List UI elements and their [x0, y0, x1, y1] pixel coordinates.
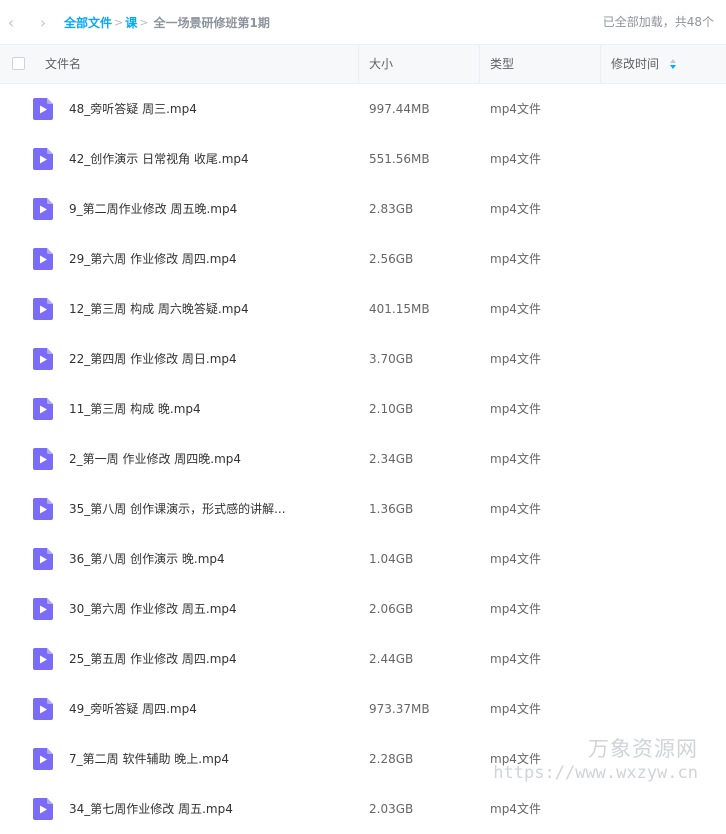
file-name[interactable]: 22_第四周 作业修改 周日.mp4 [69, 334, 237, 384]
file-size: 3.70GB [369, 352, 414, 366]
video-file-icon [33, 98, 53, 120]
breadcrumb-current: 全一场景研修班第1期 [153, 15, 270, 30]
top-navigation-bar: ‹ › 全部文件 > 课 > 全一场景研修班第1期 已全部加载，共48个 [0, 0, 726, 44]
video-file-icon [33, 648, 53, 670]
file-size: 2.10GB [369, 402, 414, 416]
video-file-icon [33, 148, 53, 170]
file-size: 2.06GB [369, 602, 414, 616]
file-size: 2.56GB [369, 252, 414, 266]
file-row[interactable]: 49_旁听答疑 周四.mp4 973.37MB mp4文件 [0, 684, 726, 734]
file-row[interactable]: 12_第三周 构成 周六晚答疑.mp4 401.15MB mp4文件 [0, 284, 726, 334]
file-type: mp4文件 [490, 752, 541, 766]
file-name[interactable]: 36_第八周 创作演示 晚.mp4 [69, 534, 225, 584]
video-file-icon [33, 198, 53, 220]
file-name[interactable]: 49_旁听答疑 周四.mp4 [69, 684, 197, 734]
file-type: mp4文件 [490, 102, 541, 116]
file-name[interactable]: 11_第三周 构成 晚.mp4 [69, 384, 201, 434]
file-size: 2.83GB [369, 202, 414, 216]
column-divider[interactable] [479, 45, 480, 83]
file-type: mp4文件 [490, 802, 541, 816]
file-size: 997.44MB [369, 102, 430, 116]
file-size: 551.56MB [369, 152, 430, 166]
file-row[interactable]: 42_创作演示 日常视角 收尾.mp4 551.56MB mp4文件 [0, 134, 726, 184]
file-row[interactable]: 22_第四周 作业修改 周日.mp4 3.70GB mp4文件 [0, 334, 726, 384]
video-file-icon [33, 348, 53, 370]
select-all-checkbox[interactable] [12, 57, 25, 70]
video-file-icon [33, 498, 53, 520]
video-file-icon [33, 798, 53, 820]
file-size: 1.04GB [369, 552, 414, 566]
file-type: mp4文件 [490, 652, 541, 666]
breadcrumb-separator: > [139, 15, 149, 29]
file-name[interactable]: 12_第三周 构成 周六晚答疑.mp4 [69, 284, 249, 334]
file-name[interactable]: 2_第一周 作业修改 周四晚.mp4 [69, 434, 241, 484]
file-name[interactable]: 35_第八周 创作课演示，形式感的讲解... [69, 484, 286, 534]
file-size: 2.03GB [369, 802, 414, 816]
file-type: mp4文件 [490, 502, 541, 516]
column-header-type[interactable]: 类型 [490, 45, 514, 83]
file-row[interactable]: 2_第一周 作业修改 周四晚.mp4 2.34GB mp4文件 [0, 434, 726, 484]
column-divider[interactable] [600, 45, 601, 83]
breadcrumb-folder[interactable]: 课 [125, 14, 137, 31]
file-name[interactable]: 25_第五周 作业修改 周四.mp4 [69, 634, 237, 684]
file-name[interactable]: 7_第二周 软件辅助 晚上.mp4 [69, 734, 229, 784]
video-file-icon [33, 298, 53, 320]
file-size: 1.36GB [369, 502, 414, 516]
file-row[interactable]: 35_第八周 创作课演示，形式感的讲解... 1.36GB mp4文件 [0, 484, 726, 534]
file-type: mp4文件 [490, 202, 541, 216]
file-type: mp4文件 [490, 602, 541, 616]
file-type: mp4文件 [490, 252, 541, 266]
video-file-icon [33, 548, 53, 570]
file-name[interactable]: 42_创作演示 日常视角 收尾.mp4 [69, 134, 249, 184]
file-size: 401.15MB [369, 302, 430, 316]
video-file-icon [33, 248, 53, 270]
breadcrumb-separator: > [114, 15, 124, 29]
file-name[interactable]: 9_第二周作业修改 周五晚.mp4 [69, 184, 237, 234]
file-type: mp4文件 [490, 702, 541, 716]
video-file-icon [33, 598, 53, 620]
file-type: mp4文件 [490, 452, 541, 466]
file-name[interactable]: 34_第七周作业修改 周五.mp4 [69, 784, 233, 834]
breadcrumb-root[interactable]: 全部文件 [64, 14, 112, 31]
file-type: mp4文件 [490, 402, 541, 416]
file-size: 2.28GB [369, 752, 414, 766]
load-status-text: 已全部加载，共48个 [602, 15, 714, 29]
sort-icon[interactable] [669, 58, 677, 70]
file-row[interactable]: 34_第七周作业修改 周五.mp4 2.03GB mp4文件 [0, 784, 726, 834]
file-row[interactable]: 25_第五周 作业修改 周四.mp4 2.44GB mp4文件 [0, 634, 726, 684]
file-row[interactable]: 36_第八周 创作演示 晚.mp4 1.04GB mp4文件 [0, 534, 726, 584]
file-row[interactable]: 30_第六周 作业修改 周五.mp4 2.06GB mp4文件 [0, 584, 726, 634]
video-file-icon [33, 698, 53, 720]
file-name[interactable]: 48_旁听答疑 周三.mp4 [69, 84, 197, 134]
file-list: 48_旁听答疑 周三.mp4 997.44MB mp4文件 42_创作演示 日常视角 … [0, 84, 726, 834]
column-header-size[interactable]: 大小 [369, 45, 393, 83]
file-type: mp4文件 [490, 302, 541, 316]
file-row[interactable]: 11_第三周 构成 晚.mp4 2.10GB mp4文件 [0, 384, 726, 434]
file-type: mp4文件 [490, 352, 541, 366]
file-type: mp4文件 [490, 552, 541, 566]
file-name[interactable]: 29_第六周 作业修改 周四.mp4 [69, 234, 237, 284]
column-header-modified[interactable]: 修改时间 [611, 45, 659, 83]
breadcrumb: 全部文件 > 课 > 全一场景研修班第1期 [64, 14, 270, 31]
video-file-icon [33, 748, 53, 770]
table-header: 文件名 大小 类型 修改时间 [0, 44, 726, 84]
file-row[interactable]: 9_第二周作业修改 周五晚.mp4 2.83GB mp4文件 [0, 184, 726, 234]
file-size: 2.34GB [369, 452, 414, 466]
file-size: 973.37MB [369, 702, 430, 716]
forward-arrow-icon[interactable]: › [36, 0, 50, 44]
video-file-icon [33, 448, 53, 470]
column-divider[interactable] [358, 45, 359, 83]
file-row[interactable]: 29_第六周 作业修改 周四.mp4 2.56GB mp4文件 [0, 234, 726, 284]
file-type: mp4文件 [490, 152, 541, 166]
column-header-name[interactable]: 文件名 [45, 45, 81, 83]
video-file-icon [33, 398, 53, 420]
file-name[interactable]: 30_第六周 作业修改 周五.mp4 [69, 584, 237, 634]
file-row[interactable]: 7_第二周 软件辅助 晚上.mp4 2.28GB mp4文件 [0, 734, 726, 784]
file-row[interactable]: 48_旁听答疑 周三.mp4 997.44MB mp4文件 [0, 84, 726, 134]
file-size: 2.44GB [369, 652, 414, 666]
back-arrow-icon[interactable]: ‹ [4, 0, 18, 44]
